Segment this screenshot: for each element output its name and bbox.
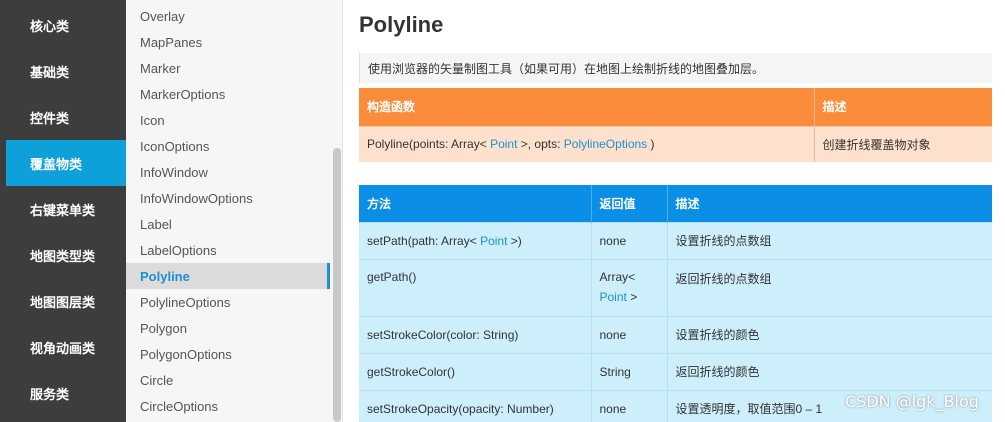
header-method: 方法	[359, 185, 591, 222]
class-item-infowindow[interactable]: InfoWindow	[126, 159, 330, 185]
signature-text: >, opts:	[517, 137, 564, 152]
category-label: 视角动画类	[30, 341, 96, 357]
table-row: setPath(path: Array< Point >) none 设置折线的…	[359, 221, 992, 259]
return-text: >	[626, 289, 638, 304]
category-label: 地图类型类	[30, 249, 96, 265]
method-return: none	[590, 221, 667, 259]
method-signature: getStrokeColor()	[359, 352, 591, 390]
method-description: 返回折线的点数组	[666, 258, 992, 316]
header-constructor: 构造函数	[359, 88, 814, 126]
class-item-markeroptions[interactable]: MarkerOptions	[126, 81, 330, 107]
table-row: getStrokeColor() String 返回折线的颜色	[359, 352, 992, 390]
method-return: none	[590, 389, 667, 422]
category-label: 服务类	[30, 387, 70, 403]
class-item-polygonoptions[interactable]: PolygonOptions	[126, 341, 330, 367]
method-signature: getPath()	[359, 258, 591, 316]
class-description: 使用浏览器的矢量制图工具（如果可用）在地图上绘制折线的地图叠加层。	[359, 53, 992, 83]
point-link[interactable]: Point	[480, 234, 507, 248]
class-item-icon[interactable]: Icon	[126, 107, 330, 133]
category-label: 右键菜单类	[30, 203, 96, 219]
method-signature: setStrokeOpacity(opacity: Number)	[359, 389, 591, 422]
class-item-overlay[interactable]: Overlay	[126, 3, 330, 29]
method-signature: setPath(path: Array< Point >)	[359, 221, 591, 259]
table-row: setStrokeColor(color: String) none 设置折线的…	[359, 315, 992, 353]
method-description: 返回折线的颜色	[666, 352, 992, 390]
category-item-context-menu[interactable]: 右键菜单类	[6, 186, 126, 232]
class-item-polyline[interactable]: Polyline	[126, 263, 330, 289]
class-item-mappanes[interactable]: MapPanes	[126, 29, 330, 55]
category-item-base[interactable]: 基础类	[6, 48, 126, 94]
class-item-label[interactable]: Label	[126, 211, 330, 237]
table-row: getPath() Array< Point > 返回折线的点数组	[359, 258, 992, 316]
constructor-table: 构造函数 描述 Polyline(points: Array< Point >,…	[359, 88, 992, 162]
category-item-map-type[interactable]: 地图类型类	[6, 232, 126, 278]
category-item-map-layer[interactable]: 地图图层类	[6, 278, 126, 324]
class-item-polygon[interactable]: Polygon	[126, 315, 330, 341]
category-item-core[interactable]: 核心类	[6, 2, 126, 48]
class-item-labeloptions[interactable]: LabelOptions	[126, 237, 330, 263]
watermark: CSDN @lgk_Blog	[845, 392, 979, 411]
category-item-overlay[interactable]: 覆盖物类	[6, 140, 126, 186]
table-row: Polyline(points: Array< Point >, opts: P…	[359, 125, 992, 162]
class-item-infowindowoptions[interactable]: InfoWindowOptions	[126, 185, 330, 211]
constructor-description: 创建折线覆盖物对象	[813, 125, 992, 162]
class-list: Overlay MapPanes Marker MarkerOptions Ic…	[126, 0, 343, 422]
method-description: 设置折线的点数组	[666, 221, 992, 259]
category-label: 控件类	[30, 111, 70, 127]
class-list-scrollbar[interactable]	[333, 148, 341, 422]
category-label: 基础类	[30, 65, 70, 81]
class-item-circleoptions[interactable]: CircleOptions	[126, 393, 330, 419]
method-signature: setStrokeColor(color: String)	[359, 315, 591, 353]
signature-text: >)	[507, 233, 522, 248]
point-link[interactable]: Point	[600, 290, 627, 304]
category-item-control[interactable]: 控件类	[6, 94, 126, 140]
method-description: 设置折线的颜色	[666, 315, 992, 353]
signature-text: )	[647, 137, 655, 152]
class-item-marker[interactable]: Marker	[126, 55, 330, 81]
category-item-view-animation[interactable]: 视角动画类	[6, 324, 126, 370]
return-text: Array<	[599, 269, 636, 284]
header-description: 描述	[813, 88, 992, 126]
category-label: 覆盖物类	[30, 157, 83, 173]
header-return: 返回值	[590, 185, 667, 222]
category-label: 核心类	[30, 19, 70, 35]
method-table: 方法 返回值 描述 setPath(path: Array< Point >) …	[359, 185, 992, 422]
category-label: 地图图层类	[30, 295, 96, 311]
method-table-header: 方法 返回值 描述	[359, 185, 992, 222]
class-item-iconoptions[interactable]: IconOptions	[126, 133, 330, 159]
main-content: Polyline 使用浏览器的矢量制图工具（如果可用）在地图上绘制折线的地图叠加…	[344, 0, 1005, 422]
signature-text: setPath(path: Array<	[367, 233, 481, 248]
header-description: 描述	[666, 185, 992, 222]
category-item-service[interactable]: 服务类	[6, 370, 126, 416]
constructor-table-header: 构造函数 描述	[359, 88, 992, 126]
page-title: Polyline	[359, 12, 444, 37]
method-return: String	[590, 352, 667, 390]
class-item-polylineoptions[interactable]: PolylineOptions	[126, 289, 330, 315]
class-item-circle[interactable]: Circle	[126, 367, 330, 393]
point-link[interactable]: Point	[490, 137, 517, 151]
polylineoptions-link[interactable]: PolylineOptions	[564, 137, 647, 151]
signature-text: Polyline(points: Array<	[367, 137, 491, 152]
category-sidebar: 核心类 基础类 控件类 覆盖物类 右键菜单类 地图类型类 地图图层类 视角动画类…	[0, 0, 126, 422]
method-return: none	[590, 315, 667, 353]
method-return: Array< Point >	[590, 258, 667, 316]
constructor-signature: Polyline(points: Array< Point >, opts: P…	[359, 125, 814, 162]
